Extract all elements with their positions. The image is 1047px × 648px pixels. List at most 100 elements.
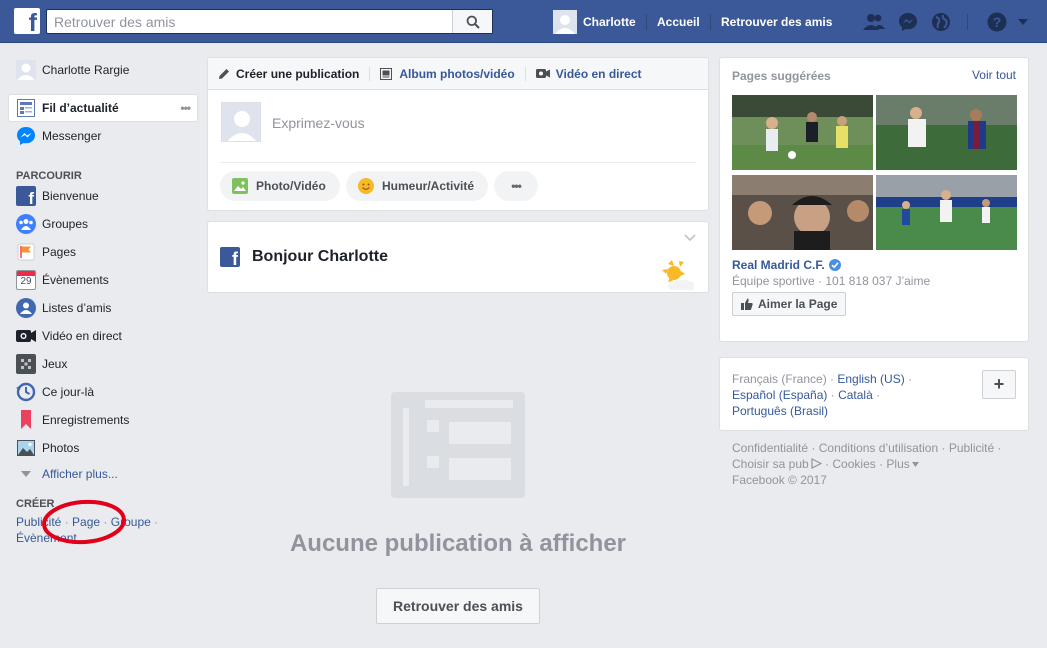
messenger-icon[interactable] [897,11,919,33]
thumbs-up-icon [741,298,753,310]
cookies-link[interactable]: Cookies [832,457,875,471]
sidebar-item-events[interactable]: 29 Évènements [8,266,198,294]
sidebar-item-label: Pages [42,245,77,259]
caret-down-icon [911,462,919,467]
page-name-link[interactable]: Real Madrid C.F. [732,258,825,272]
more-link[interactable]: Plus [886,457,909,471]
tab-photo-album[interactable]: Album photos/vidéo [380,66,515,81]
language-option[interactable]: Español (España) [732,388,827,402]
sidebar-item-pages[interactable]: Pages [8,238,198,266]
suggested-pages-heading: Pages suggérées [732,69,831,83]
divider [369,66,371,81]
see-all-link[interactable]: Voir tout [972,68,1016,82]
avatar [221,102,261,142]
friend-requests-icon[interactable] [863,11,885,33]
sidebar-item-live-video[interactable]: Vidéo en direct [8,322,198,350]
groups-icon [16,214,36,234]
terms-link[interactable]: Conditions d’utilisation [819,441,938,455]
language-list: Français (France) · English (US) · Españ… [732,372,913,418]
photos-icon [16,438,36,458]
facebook-logo[interactable]: f [14,8,40,34]
svg-text:?: ? [993,14,1002,30]
home-link[interactable]: Accueil [657,15,700,29]
feeling-activity-button[interactable]: Humeur/Activité [346,171,489,201]
language-option[interactable]: English (US) [837,372,904,386]
chevron-down-icon[interactable] [684,234,696,242]
divider [646,14,647,30]
top-navigation-bar: f Charlotte Accueil Retrouver des amis ? [0,0,1047,43]
facebook-f-icon: f [16,186,36,206]
page-meta: Équipe sportive · 101 818 037 J’aime [732,274,931,288]
greeting-text: Bonjour Charlotte [252,248,388,265]
photo-video-button[interactable]: Photo/Vidéo [220,171,340,201]
sidebar-item-groups[interactable]: Groupes [8,210,198,238]
more-options-button[interactable]: ••• [494,171,538,201]
like-page-button[interactable]: Aimer la Page [732,292,847,316]
suggested-pages-card: Pages suggérées Voir tout Real Madrid C.… [719,57,1029,342]
left-sidebar: Charlotte Rargie Fil d’actualité ••• Mes… [8,57,198,546]
sidebar-item-games[interactable]: Jeux [8,350,198,378]
language-option[interactable]: Português (Brasil) [732,404,828,418]
explore-heading: PARCOURIR [16,170,82,182]
divider [220,162,696,163]
sun-icon [662,260,694,290]
tab-label: Créer une publication [236,66,360,81]
sidebar-item-friend-lists[interactable]: Listes d’amis [8,294,198,322]
on-this-day-icon [16,382,36,402]
add-language-button[interactable]: + [982,370,1016,399]
sidebar-item-photos[interactable]: Photos [8,434,198,462]
sidebar-item-news-feed[interactable]: Fil d’actualité ••• [8,94,198,122]
sidebar-item-profile[interactable]: Charlotte Rargie [8,57,198,83]
page-photo-1[interactable] [732,95,873,170]
find-friends-link[interactable]: Retrouver des amis [721,15,832,29]
current-language: Français (France) [732,372,827,386]
sidebar-item-on-this-day[interactable]: Ce jour-là [8,378,198,406]
sidebar-item-label: Listes d’amis [42,301,112,315]
sidebar-item-label: Ce jour-là [42,385,95,399]
sidebar-item-label: Vidéo en direct [42,329,122,343]
notifications-globe-icon[interactable] [930,11,952,33]
sidebar-item-welcome[interactable]: f Bienvenue [8,182,198,210]
page-photo-2[interactable] [876,95,1017,170]
empty-feed-illustration-icon [391,392,525,498]
saved-bookmark-icon [16,410,36,430]
flag-icon [16,242,36,262]
language-selector-card: Français (France) · English (US) · Españ… [719,357,1029,431]
page-photo-3[interactable] [732,175,873,250]
tab-label: Album photos/vidéo [399,66,515,81]
see-more-link[interactable]: Afficher plus... [8,462,198,486]
ad-choices-icon [811,458,823,469]
sidebar-item-saved[interactable]: Enregistrements [8,406,198,434]
footer-links: Confidentialité · Conditions d’utilisati… [732,441,1002,487]
help-icon[interactable]: ? [986,11,1008,33]
calendar-icon: 29 [16,270,36,290]
search-input[interactable] [47,10,452,33]
messenger-icon [16,126,36,146]
smiley-icon [358,178,374,194]
verified-badge-icon [828,259,841,271]
sidebar-item-messenger[interactable]: Messenger [8,122,198,150]
more-options-button[interactable]: ••• [180,101,191,115]
ad-choices-link[interactable]: Choisir sa pub [732,457,809,471]
sidebar-item-label: Photos [42,441,80,455]
sidebar-item-label: Bienvenue [42,189,99,203]
page-photo-4[interactable] [876,175,1017,250]
find-friends-button[interactable]: Retrouver des amis [376,588,540,624]
sidebar-item-label: Messenger [42,129,102,143]
search-button[interactable] [452,10,492,33]
sidebar-item-label: Enregistrements [42,413,130,427]
tab-label: Vidéo en direct [555,66,642,81]
tab-create-post[interactable]: Créer une publication [218,67,359,81]
privacy-link[interactable]: Confidentialité [732,441,808,455]
profile-link[interactable]: Charlotte [553,10,636,34]
pencil-icon [219,68,229,79]
live-video-icon [535,69,550,78]
tab-live-video[interactable]: Vidéo en direct [535,66,642,81]
live-video-icon [16,326,36,346]
sidebar-item-label: Jeux [42,357,68,371]
empty-feed-title: Aucune publication à afficher [289,530,627,557]
language-option[interactable]: Català [838,388,873,402]
account-menu-chevron-down-icon[interactable] [1012,11,1034,33]
advertising-link[interactable]: Publicité [949,441,994,455]
status-input[interactable]: Exprimez-vous [272,115,365,131]
